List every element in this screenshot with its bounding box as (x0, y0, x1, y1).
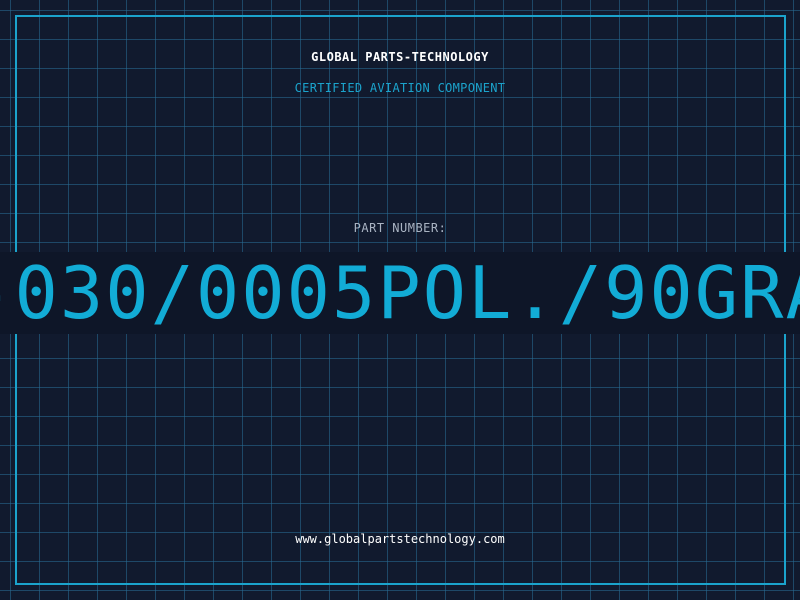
part-number-band: -030/0005POL./90GRA (0, 252, 800, 334)
label-canvas: GLOBAL PARTS-TECHNOLOGY CERTIFIED AVIATI… (0, 0, 800, 600)
website-link[interactable]: www.globalpartstechnology.com (0, 532, 800, 546)
part-number-label: PART NUMBER: (353, 221, 447, 235)
certification-subtitle: CERTIFIED AVIATION COMPONENT (294, 81, 506, 95)
part-number-value: -030/0005POL./90GRA (0, 252, 800, 334)
company-name: GLOBAL PARTS-TECHNOLOGY (311, 50, 489, 64)
